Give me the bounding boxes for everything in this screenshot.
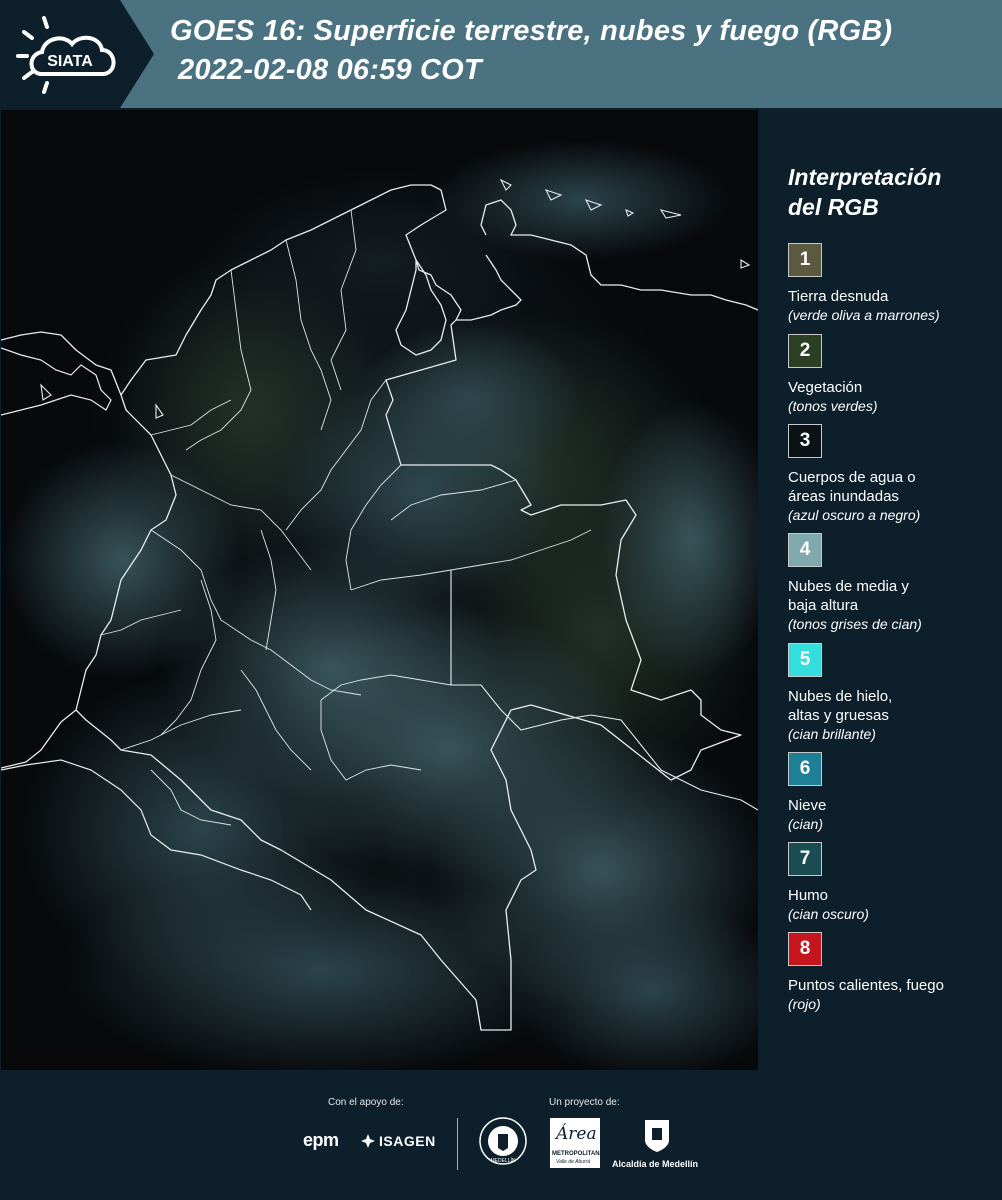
legend-title: Interpretación del RGB xyxy=(788,162,998,222)
legend-desc: (tonos grises de cian) xyxy=(788,616,922,632)
metro-name: Área xyxy=(556,1124,597,1144)
legend-desc: (azul oscuro a negro) xyxy=(788,507,921,523)
legend-swatch: 5 xyxy=(788,643,822,677)
legend-swatch: 7 xyxy=(788,842,822,876)
isagen-logo: ISAGEN xyxy=(379,1133,436,1149)
legend-label: Tierra desnuda xyxy=(788,288,889,305)
legend-swatch: 3 xyxy=(788,424,822,458)
legend-label: Nieve xyxy=(788,797,827,814)
legend-item-7: 7 Humo (cian oscuro) xyxy=(788,842,1000,924)
legend-swatch: 2 xyxy=(788,334,822,368)
area-metropolitana-logo: Área METROPOLITANA Valle de Aburrá xyxy=(550,1118,604,1168)
legend-label: Humo xyxy=(788,887,829,904)
siata-logo: SIATA xyxy=(16,16,116,94)
legend-label: Nubes de hielo, altas y gruesas xyxy=(788,688,893,724)
isagen-icon xyxy=(361,1134,375,1148)
legend-desc: (verde oliva a marrones) xyxy=(788,307,940,323)
footer: Con el apoyo de: Un proyecto de: epm ISA… xyxy=(0,1070,1002,1200)
legend-desc: (tonos verdes) xyxy=(788,398,878,414)
legend-title-line2: del RGB xyxy=(788,194,879,220)
legend-swatch: 4 xyxy=(788,533,822,567)
alcaldia-logo: Alcaldía de Medellín xyxy=(612,1159,699,1169)
legend-item-4: 4 Nubes de media y baja altura (tonos gr… xyxy=(788,533,1000,634)
epm-logo: epm xyxy=(303,1130,339,1150)
legend-item-6: 6 Nieve (cian) xyxy=(788,752,1000,834)
legend-item-3: 3 Cuerpos de agua o áreas inundadas (azu… xyxy=(788,424,1000,525)
logo-text: SIATA xyxy=(47,53,93,70)
page-timestamp: 2022-02-08 06:59 COT xyxy=(178,54,482,86)
header: SIATA GOES 16: Superficie terrestre, nub… xyxy=(0,0,1002,110)
legend-desc: (cian) xyxy=(788,816,824,832)
footer-divider xyxy=(457,1118,458,1170)
satellite-map[interactable] xyxy=(1,110,758,1070)
legend-desc: (cian oscuro) xyxy=(788,906,869,922)
support-label: Con el apoyo de: xyxy=(328,1097,404,1108)
legend-item-1: 1 Tierra desnuda (verde oliva a marrones… xyxy=(788,243,1000,325)
legend-label: Nubes de media y baja altura xyxy=(788,578,909,614)
legend-label: Puntos calientes, fuego xyxy=(788,977,944,994)
legend-panel: Interpretación del RGB 1 Tierra desnuda … xyxy=(758,110,1002,1070)
legend-swatch: 6 xyxy=(788,752,822,786)
legend-swatch: 1 xyxy=(788,243,822,277)
legend-item-5: 5 Nubes de hielo, altas y gruesas (cian … xyxy=(788,643,1000,744)
legend-swatch: 8 xyxy=(788,932,822,966)
legend-label: Vegetación xyxy=(788,379,863,396)
legend-item-8: 8 Puntos calientes, fuego (rojo) xyxy=(788,932,1000,1014)
medellin-seal-icon: MEDELLÍN xyxy=(479,1117,527,1165)
seal-text: MEDELLÍN xyxy=(490,1157,515,1164)
legend-desc: (cian brillante) xyxy=(788,726,876,742)
map-canvas xyxy=(1,110,758,1070)
metro-sub1: METROPOLITANA xyxy=(552,1151,604,1157)
legend-desc: (rojo) xyxy=(788,996,821,1012)
legend-item-2: 2 Vegetación (tonos verdes) xyxy=(788,334,1000,416)
alcaldia-shield-icon xyxy=(645,1120,669,1152)
legend-label: Cuerpos de agua o áreas inundadas xyxy=(788,469,916,505)
page-title: GOES 16: Superficie terrestre, nubes y f… xyxy=(170,15,893,47)
project-label: Un proyecto de: xyxy=(549,1097,620,1108)
metro-sub2: Valle de Aburrá xyxy=(556,1159,591,1165)
legend-title-line1: Interpretación xyxy=(788,164,942,190)
